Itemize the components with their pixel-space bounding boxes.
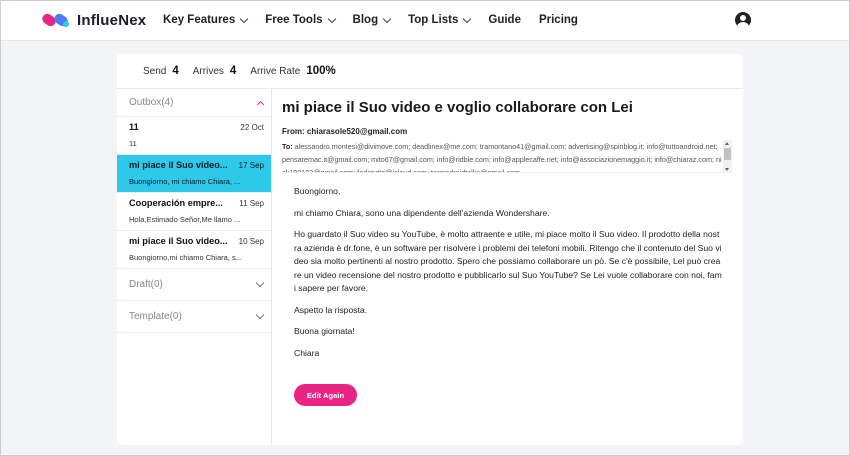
folder-label: Draft(0) xyxy=(129,279,163,290)
nav-pricing[interactable]: Pricing xyxy=(539,14,578,26)
body-paragraph: Buona giornata! xyxy=(294,326,355,336)
stat-value: 100% xyxy=(306,65,336,77)
user-body-shape xyxy=(737,22,749,28)
mail-subject: Cooperación empre... xyxy=(129,198,223,208)
mail-subject: mi piace il Suo video... xyxy=(129,236,228,246)
chevron-down-icon[interactable] xyxy=(255,278,265,288)
from-address: chiarasole520@gmail.com xyxy=(306,127,408,136)
body-paragraph: Aspetto la risposta. xyxy=(294,304,368,315)
stat-value: 4 xyxy=(229,65,237,77)
nav-blog[interactable]: Blog xyxy=(352,14,392,26)
body-paragraph: Buongiorno, xyxy=(294,186,341,196)
email-recipients[interactable]: To: alessandro.montesi@divimove.com; dea… xyxy=(282,140,732,173)
nav-free-tools[interactable]: Free Tools xyxy=(265,14,336,26)
list-item[interactable]: mi piace il Suo video... 17 Sep Buongiorn… xyxy=(117,155,271,193)
folder-label: Outbox(4) xyxy=(129,97,174,108)
mail-subject: mi piace il Suo video... xyxy=(129,160,228,170)
top-navigation-bar: InflueNex Key Features Free Tools Blog T… xyxy=(1,1,849,41)
folder-draft[interactable]: Draft(0) xyxy=(117,269,271,301)
body-paragraph: Ho guardato il Suo video su YouTube, è m… xyxy=(294,229,722,293)
scrollbar-thumb[interactable] xyxy=(724,148,731,160)
mail-preview: Hola,Estimado Señor,Me llamo ... xyxy=(129,215,241,224)
email-from: From: chiarasole520@gmail.com xyxy=(282,127,407,136)
list-item[interactable]: Cooperación empre... 11 Sep Hola,Estimado… xyxy=(117,193,271,231)
nav-label: Guide xyxy=(488,14,521,26)
nav-label: Free Tools xyxy=(265,14,323,26)
brand-logo[interactable]: InflueNex xyxy=(41,11,146,29)
nav-label: Key Features xyxy=(163,14,236,26)
stat-arrive-rate: Arrive Rate 100% xyxy=(250,65,335,77)
nav-top-lists[interactable]: Top Lists xyxy=(408,14,472,26)
mail-preview: Buongiorno,mi chiamo Chiara, s... xyxy=(129,253,242,262)
from-label: From: xyxy=(282,127,305,136)
stat-label: Arrive Rate xyxy=(250,66,301,77)
nav-label: Pricing xyxy=(538,14,578,26)
stat-label: Arrives xyxy=(192,66,224,77)
main-nav: Key Features Free Tools Blog Top Lists G… xyxy=(163,14,596,26)
nav-label: Blog xyxy=(352,14,379,26)
email-view: mi piace il Suo video e voglio collabora… xyxy=(273,89,743,445)
nav-key-features[interactable]: Key Features xyxy=(163,14,249,26)
mail-date: 10 Sep xyxy=(238,236,264,246)
mail-preview: Buongiorno, mi chiamo Chiara, ... xyxy=(129,177,241,186)
chevron-up-icon[interactable] xyxy=(256,100,265,108)
to-label: To: xyxy=(282,142,293,151)
mail-subject: 11 xyxy=(129,122,139,132)
folder-template[interactable]: Template(0) xyxy=(117,301,271,333)
scroll-up-icon[interactable] xyxy=(725,142,729,145)
stat-arrives: Arrives 4 xyxy=(193,65,237,77)
mail-date: 11 Sep xyxy=(239,198,264,208)
stat-send: Send 4 xyxy=(143,65,179,77)
body-paragraph: mi chiamo Chiara, sono una dipendente de… xyxy=(294,207,550,218)
chevron-down-icon xyxy=(463,14,472,23)
mail-preview: 11 xyxy=(129,139,137,148)
to-addresses: alessandro.montesi@divimove.com; deadlin… xyxy=(282,142,722,173)
folder-outbox[interactable]: Outbox(4) xyxy=(117,89,271,117)
recipients-scrollbar[interactable] xyxy=(723,140,732,173)
stats-bar: Send 4 Arrives 4 Arrive Rate 100% xyxy=(117,54,743,89)
mail-panel: Send 4 Arrives 4 Arrive Rate 100% Outbox(4)… xyxy=(117,54,743,445)
brand-name: InflueNex xyxy=(77,11,147,29)
list-item[interactable]: mi piace il Suo video... 10 Sep Buongiorn… xyxy=(117,231,271,269)
recipients-text: To: alessandro.montesi@divimove.com; dea… xyxy=(282,140,722,173)
user-account-icon[interactable] xyxy=(735,12,751,28)
nav-label: Top Lists xyxy=(408,14,459,26)
email-body: Buongiorno, mi chiamo Chiara, sono una d… xyxy=(294,185,722,368)
logo-icon xyxy=(41,11,73,29)
body-paragraph: Chiara xyxy=(294,347,320,358)
scroll-down-icon[interactable] xyxy=(725,168,729,171)
stat-value: 4 xyxy=(172,65,179,77)
email-subject: mi piace il Suo video e voglio collabora… xyxy=(282,99,633,116)
user-head-shape xyxy=(740,15,746,21)
list-item[interactable]: 11 22 Oct 11 xyxy=(117,117,271,155)
mail-date: 17 Sep xyxy=(238,160,264,170)
folder-label: Template(0) xyxy=(129,311,182,322)
nav-guide[interactable]: Guide xyxy=(488,14,521,26)
mail-date: 22 Oct xyxy=(240,122,264,132)
stat-label: Send xyxy=(143,66,167,77)
chevron-down-icon xyxy=(382,14,392,23)
chevron-down-icon xyxy=(327,14,336,23)
chevron-down-icon[interactable] xyxy=(255,310,265,320)
chevron-down-icon xyxy=(239,14,249,23)
edit-again-button[interactable]: Edit Again xyxy=(294,384,357,406)
mail-folders-sidebar: Outbox(4) 11 22 Oct 11 mi piace il Suo vi… xyxy=(117,89,272,445)
